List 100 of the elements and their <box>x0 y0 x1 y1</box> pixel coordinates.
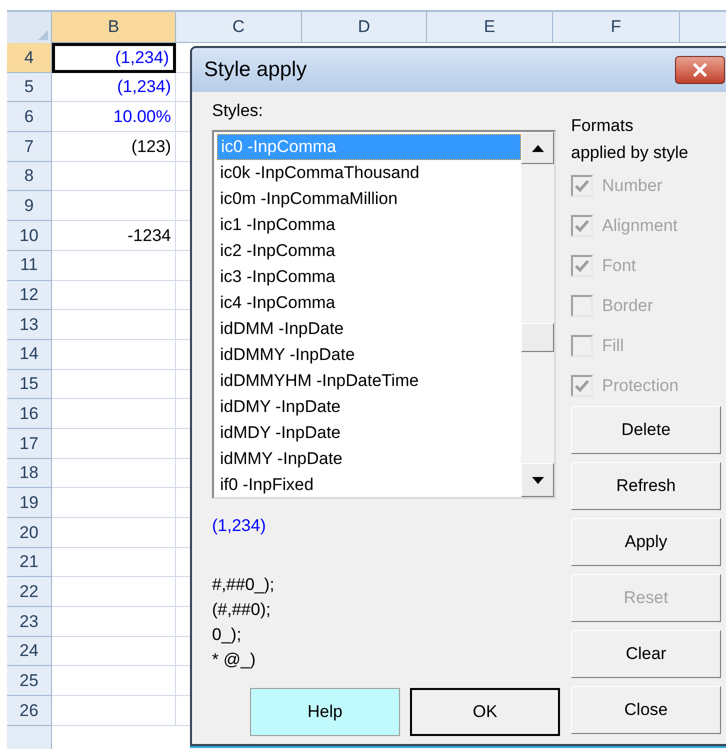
format-checkbox-label: Protection <box>602 375 679 398</box>
format-checkbox-label: Alignment <box>602 215 678 238</box>
spreadsheet-cell[interactable] <box>52 162 176 192</box>
spreadsheet-cell[interactable] <box>52 488 176 518</box>
style-list-item[interactable]: ic1 -InpComma <box>217 212 521 238</box>
row-header[interactable]: 6 <box>7 102 52 132</box>
style-list-item[interactable]: idDMY -InpDate <box>217 394 521 420</box>
column-header[interactable]: D <box>302 12 427 43</box>
format-code-line: 0_); <box>212 624 242 646</box>
dialog-button[interactable]: Clear <box>571 630 721 678</box>
row-header[interactable]: 4 <box>7 43 52 73</box>
row-header[interactable]: 10 <box>7 221 52 251</box>
spreadsheet-cell[interactable] <box>52 399 176 429</box>
formats-heading: applied by style <box>571 142 690 164</box>
spreadsheet-cell[interactable] <box>52 370 176 400</box>
format-checkbox-label: Fill <box>602 335 624 358</box>
row-header[interactable]: 8 <box>7 162 52 192</box>
formats-heading: Formats <box>571 114 634 137</box>
style-list-item[interactable]: ic0m -InpCommaMillion <box>217 186 521 212</box>
column-header[interactable]: B <box>52 12 176 43</box>
style-list-item[interactable]: ic3 -InpComma <box>217 264 521 290</box>
spreadsheet-cell[interactable] <box>52 518 176 548</box>
style-list-item[interactable]: idDMM -InpDate <box>217 316 521 342</box>
dialog-button[interactable]: Delete <box>571 406 721 454</box>
row-header[interactable]: 18 <box>7 458 52 488</box>
spreadsheet-cell[interactable]: (1,234) <box>52 72 176 102</box>
spreadsheet-cell[interactable]: (1,234) <box>52 43 176 73</box>
row-header[interactable]: 15 <box>7 370 52 400</box>
spreadsheet-cell[interactable] <box>52 280 176 310</box>
row-header[interactable]: 26 <box>7 696 52 726</box>
up-arrow-icon <box>532 144 544 152</box>
spreadsheet-cell[interactable]: 10.00% <box>52 102 176 132</box>
spreadsheet-cell[interactable] <box>52 428 176 459</box>
spreadsheet-cell[interactable] <box>52 310 176 340</box>
ok-button[interactable]: OK <box>410 688 560 736</box>
style-list-item[interactable]: idDMMY -InpDate <box>217 342 521 368</box>
spreadsheet-cell[interactable]: -1234 <box>52 221 176 251</box>
select-all-corner[interactable] <box>7 12 52 43</box>
style-list-item[interactable]: idDMMYHM -InpDateTime <box>217 368 521 394</box>
style-list-item[interactable]: idMDY -InpDate <box>217 420 521 446</box>
spreadsheet-cell[interactable] <box>52 696 176 726</box>
style-list-item[interactable]: ic2 -InpComma <box>217 238 521 264</box>
scroll-up-button[interactable] <box>521 132 554 164</box>
dialog-button[interactable]: Close <box>571 686 721 734</box>
dialog-button[interactable]: Refresh <box>571 462 721 510</box>
row-header[interactable]: 11 <box>7 250 52 280</box>
help-button[interactable]: Help <box>250 688 400 736</box>
row-header[interactable]: 16 <box>7 399 52 429</box>
preview-text: (1,234) <box>212 515 266 538</box>
style-list-item[interactable]: ic0k -InpCommaThousand <box>217 160 521 186</box>
spreadsheet-cell[interactable] <box>52 458 176 488</box>
row-header[interactable]: 19 <box>7 488 52 518</box>
row-header[interactable]: 23 <box>7 607 52 637</box>
spreadsheet-cell[interactable]: (123) <box>52 132 176 162</box>
row-header[interactable]: 13 <box>7 310 52 340</box>
format-code-line: * @_) <box>212 648 257 671</box>
row-header[interactable]: 12 <box>7 280 52 310</box>
window-title: Style apply <box>204 57 307 84</box>
format-code-line: #,##0_); <box>212 574 276 596</box>
column-header[interactable] <box>680 12 726 43</box>
down-arrow-icon <box>532 476 544 484</box>
styles-label: Styles: <box>212 100 264 122</box>
checkmark-icon <box>575 380 589 392</box>
dialog-button[interactable]: Apply <box>571 518 721 566</box>
checkmark-icon <box>575 180 589 192</box>
spreadsheet-cell[interactable] <box>52 191 176 222</box>
row-header[interactable]: 9 <box>7 191 52 222</box>
format-checkbox-label: Border <box>602 295 654 318</box>
style-list-item[interactable]: if0 -InpFixed <box>217 472 521 498</box>
spreadsheet-cell[interactable] <box>52 340 176 370</box>
row-header[interactable]: 24 <box>7 636 52 666</box>
column-header[interactable]: E <box>427 12 553 43</box>
spreadsheet-cell[interactable] <box>52 250 176 280</box>
scroll-down-button[interactable] <box>521 463 554 497</box>
row-header[interactable]: 25 <box>7 666 52 696</box>
row-header[interactable]: 7 <box>7 132 52 162</box>
styles-list[interactable] <box>212 130 556 499</box>
column-header[interactable]: C <box>176 12 302 43</box>
scrollbar[interactable] <box>521 132 554 497</box>
spreadsheet-cell[interactable] <box>52 548 176 578</box>
close-icon <box>692 63 708 77</box>
row-header[interactable]: 14 <box>7 340 52 370</box>
row-header[interactable]: 17 <box>7 428 52 459</box>
format-checkbox-label: Number <box>602 175 662 198</box>
style-list-item[interactable]: ic4 -InpComma <box>217 290 521 316</box>
row-header[interactable]: 5 <box>7 72 52 102</box>
corner-triangle-icon <box>38 30 48 40</box>
close-button[interactable] <box>675 56 725 84</box>
row-header[interactable] <box>7 726 52 749</box>
spreadsheet-cell[interactable] <box>52 607 176 637</box>
row-header[interactable]: 21 <box>7 548 52 578</box>
spreadsheet-cell[interactable] <box>52 636 176 666</box>
format-checkbox-label: Font <box>602 255 636 278</box>
spreadsheet-cell[interactable] <box>52 577 176 608</box>
row-header[interactable]: 20 <box>7 518 52 548</box>
column-header[interactable]: F <box>553 12 680 43</box>
row-header[interactable]: 22 <box>7 577 52 608</box>
scroll-thumb[interactable] <box>521 323 554 352</box>
spreadsheet-cell[interactable] <box>52 666 176 696</box>
style-list-item[interactable]: idMMY -InpDate <box>217 446 521 472</box>
